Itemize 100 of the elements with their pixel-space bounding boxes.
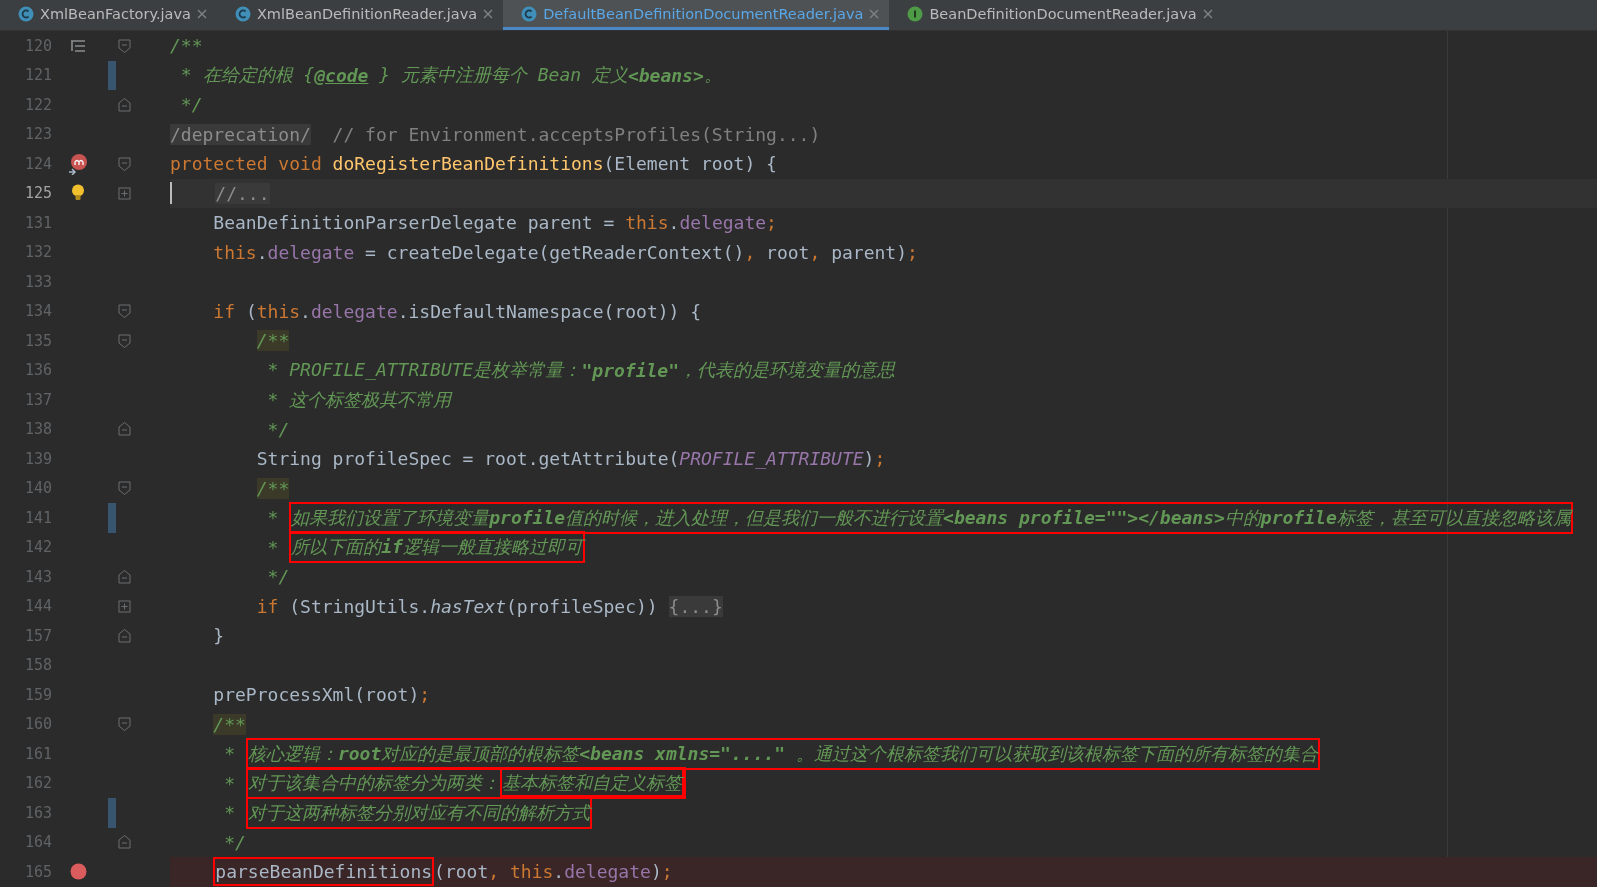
close-icon[interactable] (196, 8, 207, 19)
folded-code: /deprecation/ (170, 123, 311, 145)
doc-comment-start: /** (256, 330, 290, 352)
line-number: 159 (23, 685, 52, 704)
line-number: 143 (23, 567, 52, 586)
fold-icon[interactable] (117, 422, 131, 437)
code-text: BeanDefinitionParserDelegate parent = (213, 212, 616, 234)
close-icon[interactable] (483, 8, 494, 19)
field-name: delegate (310, 300, 398, 322)
line-number: 132 (23, 243, 52, 262)
fold-icon[interactable] (117, 156, 131, 171)
keyword: ; (874, 448, 886, 470)
keyword: ; (766, 212, 777, 234)
static-method-name: hasText (430, 595, 506, 617)
doc-comment: ，代表的是环境变量的意思 (679, 358, 895, 383)
close-icon[interactable] (869, 8, 880, 19)
keyword: , (744, 241, 756, 263)
line-number: 162 (23, 774, 52, 793)
code-text: (root (434, 861, 489, 883)
field-name: delegate (679, 212, 767, 234)
keyword: protected void (170, 153, 323, 175)
line-number: 135 (23, 331, 52, 350)
doc-comment: * (224, 772, 237, 794)
doc-comment-start: /** (256, 477, 290, 499)
code-text: ( (245, 300, 257, 322)
doc-comment: 中的 (1224, 506, 1261, 528)
line-number: 141 (23, 508, 52, 527)
breakpoint-icon[interactable] (69, 863, 87, 881)
keyword: ; (907, 241, 918, 263)
doc-comment: 核心逻辑： (247, 742, 338, 764)
editor-tab[interactable]: XmlBeanDefinitionReader.java (216, 0, 504, 30)
doc-comment-emphasis: profile (489, 506, 566, 528)
line-number: 122 (23, 95, 52, 114)
field-name: delegate (267, 241, 355, 263)
expand-icon[interactable] (117, 186, 131, 200)
code-text: ) (863, 448, 875, 470)
code-text: . (668, 212, 680, 234)
doc-comment: /** (170, 35, 203, 57)
code-text: } (213, 625, 225, 647)
doc-comment: 所以下面的 (291, 536, 382, 558)
line-number: 164 (23, 833, 52, 852)
override-icon[interactable] (68, 152, 88, 175)
doc-comment-emphasis: profile (1260, 506, 1337, 528)
fold-icon[interactable] (117, 333, 131, 348)
doc-comment: * (267, 507, 280, 529)
class-icon (18, 5, 34, 22)
line-number: 136 (23, 361, 52, 380)
folded-code: //... (215, 182, 270, 204)
expand-icon[interactable] (117, 599, 131, 613)
fold-icon[interactable] (117, 835, 131, 850)
doc-comment-start: /** (213, 713, 246, 735)
class-icon (521, 5, 538, 22)
code-text: (StringUtils. (289, 595, 431, 617)
fold-icon[interactable] (117, 628, 131, 643)
code-text: parseBeanDefinitions (215, 861, 433, 883)
doc-comment: 标签，甚至可以直接忽略该属 (1336, 506, 1571, 528)
fold-icon[interactable] (117, 97, 131, 112)
doc-comment: 对应的是最顶部的根标签 (381, 742, 580, 764)
line-number: 165 (23, 862, 52, 881)
doc-comment: 基本标签和自定义标签 (501, 772, 682, 794)
doc-comment: 值的时候，进入处理，但是我们一般不进行设置 (565, 506, 944, 528)
keyword: , (488, 861, 501, 883)
line-number: 140 (23, 479, 52, 498)
fold-icon[interactable] (117, 38, 131, 53)
code-text: . (256, 241, 268, 263)
fold-icon[interactable] (117, 304, 131, 319)
code-text: root (766, 241, 810, 263)
doc-comment: 。 (703, 63, 722, 88)
lightbulb-icon[interactable] (71, 184, 85, 203)
code-text: preProcessXml(root) (213, 684, 420, 706)
close-icon[interactable] (1202, 8, 1213, 19)
keyword: if (256, 595, 279, 617)
fold-icon[interactable] (117, 717, 131, 732)
editor-tab[interactable]: BeanDefinitionDocumentReader.java (889, 0, 1223, 30)
doc-comment-emphasis: if (381, 536, 403, 558)
fold-icon[interactable] (117, 481, 131, 496)
keyword: ; (661, 861, 673, 883)
code-text: String profileSpec = root.getAttribute( (256, 448, 680, 470)
doc-comment-emphasis: root (337, 742, 382, 764)
method-name: doRegisterBeanDefinitions (332, 153, 604, 175)
doc-comment: 。通过这个根标签我们可以获取到该根标签下面的所有标签的集合 (796, 742, 1318, 764)
editor-tab[interactable]: XmlBeanFactory.java (0, 0, 217, 30)
editor-tab[interactable]: DefaultBeanDefinitionDocumentReader.java (503, 0, 890, 30)
doc-comment: 如果我们设置了环境变量 (291, 506, 490, 528)
class-icon (234, 5, 251, 22)
folded-code: {...} (668, 595, 723, 617)
structure-icon[interactable] (70, 39, 86, 52)
doc-comment: * PROFILE_ATTRIBUTE是枚举常量： (267, 358, 582, 383)
line-number: 158 (23, 656, 52, 675)
keyword: ; (419, 684, 431, 706)
code-comment: // for Environment.acceptsProfiles(String...) (332, 123, 821, 145)
doc-comment: * (224, 743, 237, 765)
line-number: 125 (23, 184, 52, 203)
keyword: this (625, 212, 669, 234)
line-number: 142 (23, 538, 52, 557)
doc-comment-emphasis: <beans profile=""></beans> (943, 506, 1225, 528)
code-text: parent) (831, 241, 907, 263)
doc-comment: */ (224, 831, 246, 853)
fold-icon[interactable] (117, 569, 131, 584)
line-number: 139 (23, 449, 52, 468)
